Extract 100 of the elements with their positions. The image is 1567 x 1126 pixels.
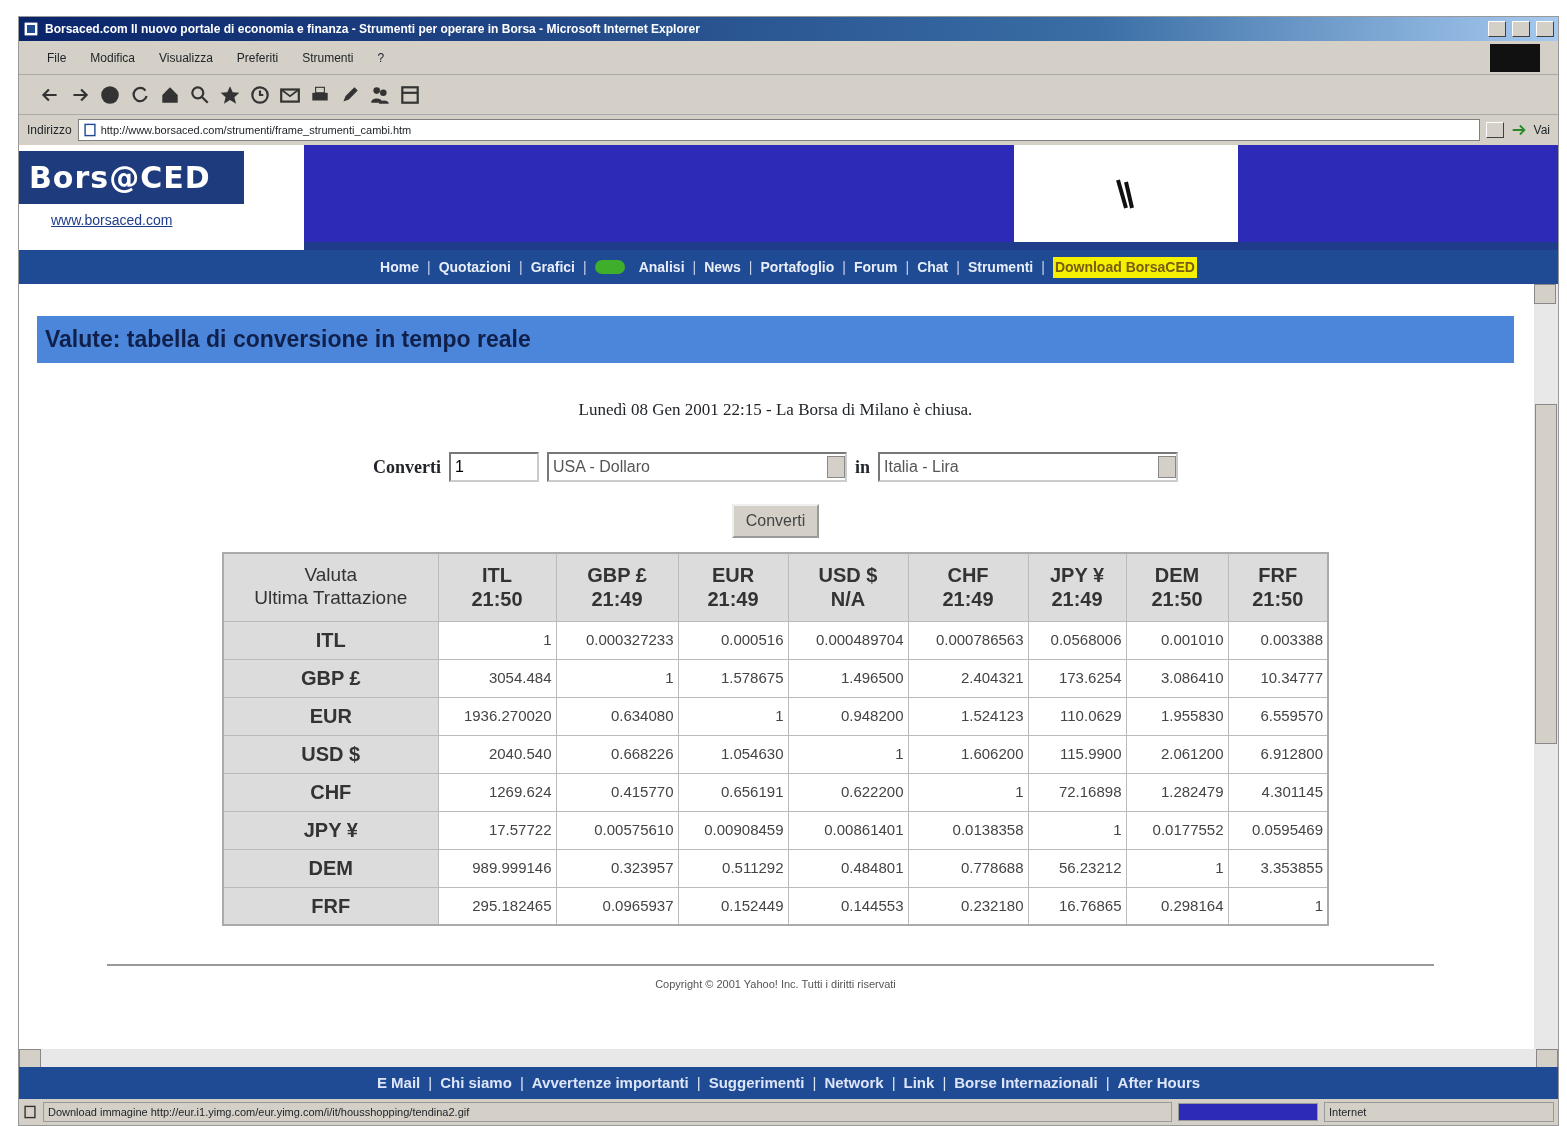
table-cell: 0.000786563 [908, 621, 1028, 659]
nav-separator: | [519, 257, 523, 277]
clock-icon[interactable] [249, 83, 271, 106]
nav-link[interactable]: Analisi [638, 256, 685, 278]
table-cell: 1936.270020 [438, 697, 556, 735]
table-cell: 0.415770 [556, 773, 678, 811]
table-cell: 0.0177552 [1126, 811, 1228, 849]
nav-link[interactable]: News [704, 256, 741, 278]
table-cell: 56.23212 [1028, 849, 1126, 887]
column-header: DEM 21:50 [1126, 553, 1228, 621]
site-logo[interactable]: Bors@CED [19, 151, 244, 204]
nav-link[interactable]: Home [380, 256, 419, 278]
nav-link[interactable]: Suggerimenti [708, 1071, 805, 1095]
nav-separator: | [812, 1072, 817, 1093]
vertical-scrollbar[interactable] [1534, 284, 1558, 1049]
joiner-label: in [855, 455, 870, 479]
table-cell: 3.086410 [1126, 659, 1228, 697]
table-cell: 0.948200 [788, 697, 908, 735]
table-cell: 1 [908, 773, 1028, 811]
currency-select[interactable]: Italia - Lira [878, 452, 1178, 482]
nav-link[interactable]: Chat [917, 256, 949, 278]
status-text: Download immagine http://eur.i1.yimg.com/eur.yimg.com/i/it/housshopping/tendina2.gif [43, 1101, 1172, 1123]
dropdown-button[interactable] [1485, 122, 1504, 138]
scroll-arrow-button[interactable] [19, 1049, 41, 1069]
page-icon [23, 1105, 37, 1119]
nav-separator: | [891, 1072, 896, 1093]
minimize-button[interactable] [1488, 21, 1506, 37]
table-cell: 0.668226 [556, 735, 678, 773]
table-cell: 1.282479 [1126, 773, 1228, 811]
nav-link[interactable]: Network [824, 1071, 884, 1095]
table-cell: 0.0138358 [908, 811, 1028, 849]
nav-separator: | [1041, 257, 1045, 277]
maximize-button[interactable] [1512, 21, 1530, 37]
menu-item[interactable]: Visualizza [149, 46, 223, 69]
amount-field[interactable]: 1 [449, 452, 539, 482]
address-label: Indirizzo [27, 122, 72, 139]
table-cell: 2.061200 [1126, 735, 1228, 773]
column-header: FRF 21:50 [1228, 553, 1328, 621]
table-cell: 110.0629 [1028, 697, 1126, 735]
menu-item[interactable]: ? [367, 46, 395, 69]
address-field[interactable]: http://www.borsaced.com/strumenti/frame_strumenti_cambi.htm [77, 119, 1480, 141]
row-header: EUR [223, 697, 438, 735]
column-header: CHF 21:49 [908, 553, 1028, 621]
nav-link[interactable]: Portafoglio [760, 256, 835, 278]
site-link[interactable]: www.borsaced.com [19, 204, 304, 231]
scroll-thumb[interactable] [1535, 404, 1557, 744]
row-header: GBP £ [223, 659, 438, 697]
nav-separator: | [956, 257, 960, 277]
table-cell: 2.404321 [908, 659, 1028, 697]
nav-separator: | [428, 1072, 433, 1093]
table-cell: 1.496500 [788, 659, 908, 697]
nav-link[interactable]: Forum [853, 256, 898, 278]
table-cell: 0.484801 [788, 849, 908, 887]
nav-link[interactable]: E Mail [376, 1071, 421, 1095]
table-cell: 115.9900 [1028, 735, 1126, 773]
nav-link[interactable]: Borse Internazionali [954, 1071, 1098, 1095]
converter-label: Converti [373, 455, 441, 479]
table-cell: 0.001010 [1126, 621, 1228, 659]
horizontal-scrollbar[interactable] [19, 1049, 1558, 1067]
row-header: JPY ¥ [223, 811, 438, 849]
table-cell: 0.00575610 [556, 811, 678, 849]
search-icon[interactable] [189, 83, 211, 106]
date-status-text: Lunedì 08 Gen 2001 22:15 - La Borsa di Milano è chiusa. [578, 398, 973, 421]
currency-select[interactable]: USA - Dollaro [547, 452, 847, 482]
menu-item[interactable]: Preferiti [226, 46, 289, 69]
nav-link[interactable]: Link [903, 1071, 935, 1095]
table-cell: 1 [678, 697, 788, 735]
download-link[interactable]: Download BorsaCED [1052, 256, 1197, 278]
table-cell: 173.6254 [1028, 659, 1126, 697]
go-button[interactable]: Vai [1533, 121, 1550, 139]
menu-item[interactable]: File [37, 46, 77, 69]
column-header: USD $ N/A [788, 553, 908, 621]
nav-link[interactable]: Chi siamo [440, 1071, 512, 1095]
row-header: USD $ [223, 735, 438, 773]
scroll-arrow-button[interactable] [1536, 1049, 1558, 1069]
nav-separator: | [905, 257, 910, 277]
table-cell: 1.578675 [678, 659, 788, 697]
table-cell: 2040.540 [438, 735, 556, 773]
nav-separator: | [1105, 1072, 1110, 1093]
nav-link[interactable]: Quotazioni [438, 256, 511, 278]
menu-item[interactable]: Strumenti [292, 46, 364, 69]
close-button[interactable] [1536, 21, 1554, 37]
table-cell: 0.778688 [908, 849, 1028, 887]
nav-link[interactable]: Avvertenze importanti [531, 1071, 689, 1095]
nav-separator: | [942, 1072, 947, 1093]
menu-item[interactable]: Modifica [80, 46, 146, 69]
table-cell: 1.606200 [908, 735, 1028, 773]
nav-separator: | [696, 1072, 701, 1093]
table-cell: 1 [1028, 811, 1126, 849]
nav-link[interactable]: After Hours [1117, 1071, 1201, 1095]
table-cell: 17.57722 [438, 811, 556, 849]
row-header: FRF [223, 887, 438, 925]
nav-link[interactable]: Grafici [530, 256, 575, 278]
stop-icon[interactable] [99, 83, 121, 106]
nav-link[interactable]: Strumenti [967, 256, 1034, 278]
nav-separator: | [692, 257, 697, 277]
table-cell: 72.16898 [1028, 773, 1126, 811]
convert-button[interactable]: Converti [731, 504, 820, 538]
row-header: ITL [223, 621, 438, 659]
window-icon[interactable] [399, 83, 421, 106]
